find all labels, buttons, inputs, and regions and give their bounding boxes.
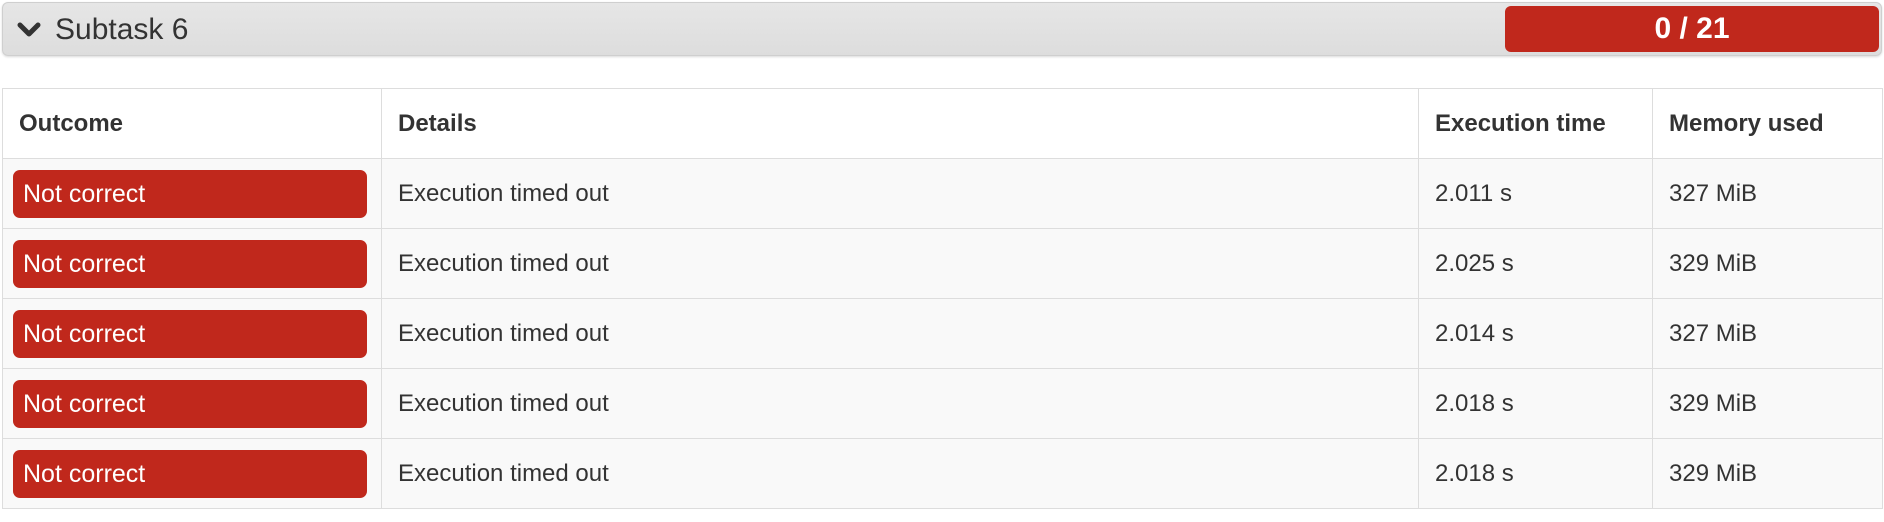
memory-used-cell: 329 MiB xyxy=(1652,368,1883,439)
execution-time-cell: 2.025 s xyxy=(1418,228,1653,299)
outcome-badge: Not correct xyxy=(13,169,367,218)
details-cell: Execution timed out xyxy=(381,228,1419,299)
table-row: Not correct Execution timed out 2.025 s … xyxy=(2,228,1883,299)
outcome-cell: Not correct xyxy=(2,438,382,509)
execution-time-cell: 2.011 s xyxy=(1418,158,1653,229)
column-header-memory-used: Memory used xyxy=(1652,88,1883,159)
outcome-badge: Not correct xyxy=(13,239,367,288)
table-header-row: Outcome Details Execution time Memory us… xyxy=(2,88,1883,159)
execution-time-cell: 2.018 s xyxy=(1418,438,1653,509)
memory-used-cell: 329 MiB xyxy=(1652,438,1883,509)
memory-used-cell: 327 MiB xyxy=(1652,158,1883,229)
details-cell: Execution timed out xyxy=(381,298,1419,369)
column-header-outcome: Outcome xyxy=(2,88,382,159)
results-table: Outcome Details Execution time Memory us… xyxy=(2,88,1883,509)
column-header-details: Details xyxy=(381,88,1419,159)
outcome-badge: Not correct xyxy=(13,449,367,498)
outcome-cell: Not correct xyxy=(2,158,382,229)
table-row: Not correct Execution timed out 2.018 s … xyxy=(2,368,1883,439)
execution-time-cell: 2.014 s xyxy=(1418,298,1653,369)
memory-used-cell: 329 MiB xyxy=(1652,228,1883,299)
outcome-badge: Not correct xyxy=(13,379,367,428)
subtask-title: Subtask 6 xyxy=(55,13,189,46)
execution-time-cell: 2.018 s xyxy=(1418,368,1653,439)
subtask-header[interactable]: Subtask 6 0 / 21 xyxy=(2,2,1882,56)
details-cell: Execution timed out xyxy=(381,158,1419,229)
outcome-cell: Not correct xyxy=(2,368,382,439)
outcome-cell: Not correct xyxy=(2,228,382,299)
outcome-cell: Not correct xyxy=(2,298,382,369)
table-row: Not correct Execution timed out 2.014 s … xyxy=(2,298,1883,369)
table-row: Not correct Execution timed out 2.018 s … xyxy=(2,438,1883,509)
chevron-down-icon[interactable] xyxy=(17,21,41,39)
details-cell: Execution timed out xyxy=(381,368,1419,439)
details-cell: Execution timed out xyxy=(381,438,1419,509)
column-header-execution-time: Execution time xyxy=(1418,88,1653,159)
memory-used-cell: 327 MiB xyxy=(1652,298,1883,369)
score-badge: 0 / 21 xyxy=(1505,6,1879,52)
outcome-badge: Not correct xyxy=(13,309,367,358)
table-row: Not correct Execution timed out 2.011 s … xyxy=(2,158,1883,229)
